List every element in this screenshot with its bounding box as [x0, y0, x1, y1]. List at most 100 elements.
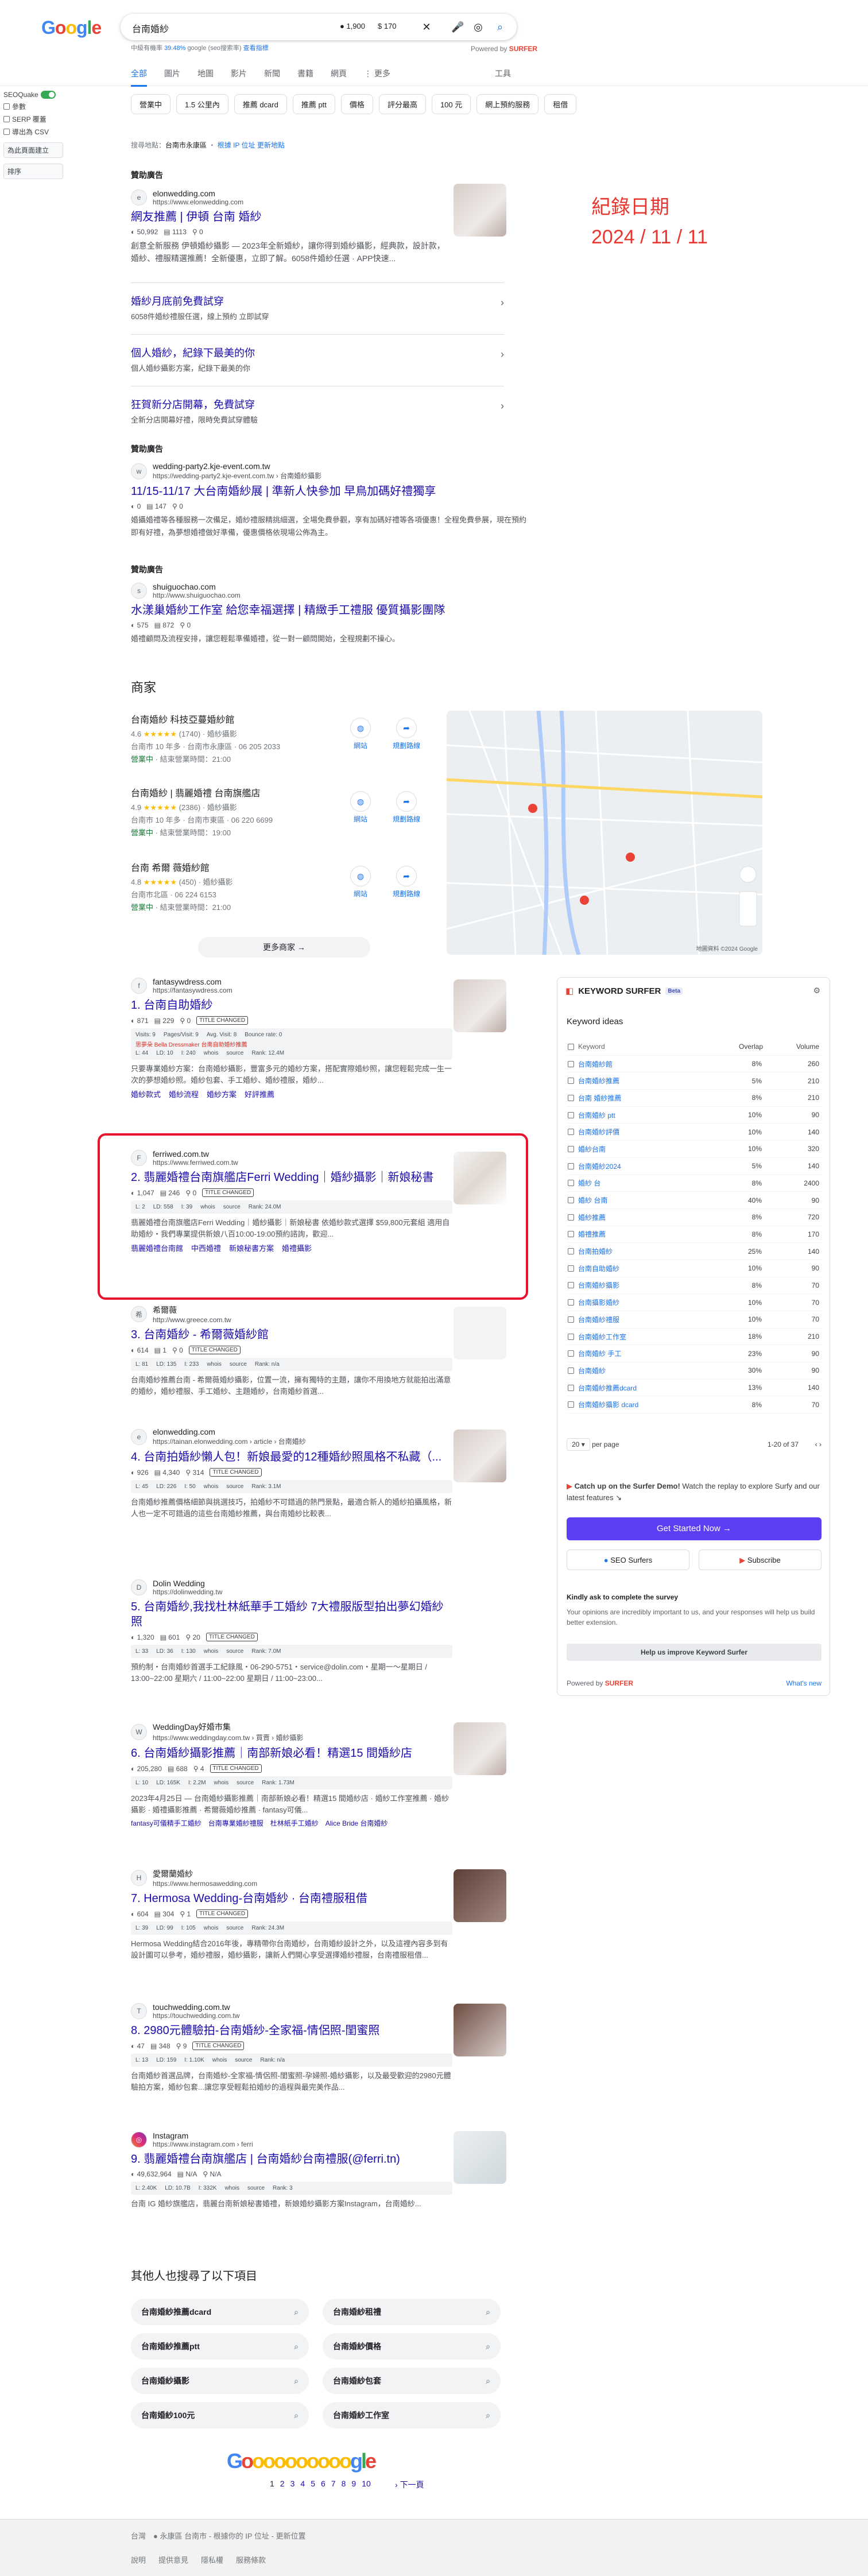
keyword-text[interactable]: 台南婚紗	[578, 1366, 606, 1376]
chip[interactable]: 1.5 公里內	[176, 94, 228, 114]
tab-more[interactable]: ⋮ 更多	[364, 68, 390, 87]
tab-books[interactable]: 書籍	[297, 68, 313, 87]
keyword-checkbox[interactable]	[568, 1129, 574, 1136]
page-number[interactable]: 5	[311, 2479, 315, 2488]
related-search[interactable]: 台南婚紗100元 ⌕	[131, 2402, 309, 2428]
result-title-link[interactable]: 1. 台南自助婚紗	[131, 998, 452, 1013]
keyword-text[interactable]: 台南婚紗推薦	[578, 1076, 619, 1086]
checkbox[interactable]	[3, 116, 10, 122]
result-title-link[interactable]: 7. Hermosa Wedding-台南婚紗 · 台南禮服租借	[131, 1891, 452, 1906]
sitelink-title[interactable]: 個人婚紗，紀錄下最美的你	[131, 345, 504, 360]
keyword-checkbox[interactable]	[568, 1180, 574, 1187]
related-search[interactable]: 台南婚紗推薦ptt ⌕	[131, 2333, 309, 2360]
keyword-text[interactable]: 台南婚紗禮服	[578, 1315, 619, 1324]
keyword-text[interactable]: 台南婚紗推薦dcard	[578, 1383, 637, 1393]
keyword-row[interactable]: 台南 婚紗推薦 8% 210	[567, 1090, 822, 1107]
keyword-text[interactable]: 台南攝影婚紗	[578, 1297, 619, 1307]
kw-line-link[interactable]: 查看指標	[243, 45, 269, 52]
page-number[interactable]: 8	[342, 2479, 346, 2488]
demo-cta[interactable]: ▶ Catch up on the Surfer Demo! Watch the…	[567, 1481, 822, 1504]
map[interactable]: 地圖資料 ©2024 Google	[447, 711, 762, 955]
footer-link[interactable]: 服務條款	[236, 2554, 266, 2565]
keyword-row[interactable]: 台南婚紗攝影 dcard 8% 70	[567, 1396, 822, 1414]
directions-button[interactable]: ➦ 規劃路線	[389, 718, 424, 750]
tab-news[interactable]: 新聞	[264, 68, 280, 87]
search-input[interactable]: 台南婚紗	[132, 21, 169, 35]
keyword-text[interactable]: 台南婚紗評價	[578, 1127, 619, 1137]
keyword-text[interactable]: 台南拍婚紗	[578, 1246, 613, 1256]
keyword-checkbox[interactable]	[568, 1111, 574, 1118]
sitelink[interactable]: 狂賀新分店開幕，免費試穿 全新分店開幕好禮，限時免費試穿體驗 ›	[131, 386, 504, 425]
result-thumbnail[interactable]	[454, 2131, 506, 2184]
result-title-link[interactable]: 6. 台南婚紗攝影推薦｜南部新娘必看！精選15 間婚紗店	[131, 1746, 452, 1761]
tab-maps[interactable]: 地圖	[197, 68, 214, 87]
seo-select-2[interactable]: 排序	[3, 164, 63, 179]
keyword-row[interactable]: 婚禮推薦 8% 170	[567, 1226, 822, 1244]
keyword-checkbox[interactable]	[568, 1367, 574, 1374]
keyword-checkbox[interactable]	[568, 1094, 574, 1101]
result-title-link[interactable]: 8. 2980元體驗拍-台南婚紗-全家福-情侶照-閨蜜照	[131, 2023, 452, 2038]
keyword-row[interactable]: 台南婚紗攝影 8% 70	[567, 1277, 822, 1295]
page-number[interactable]: 6	[321, 2479, 326, 2488]
mic-icon[interactable]: 🎤	[451, 21, 464, 33]
keyword-checkbox[interactable]	[568, 1316, 574, 1323]
website-button[interactable]: ◍ 網站	[343, 718, 378, 750]
result-thumbnail[interactable]	[454, 1152, 506, 1204]
keyword-checkbox[interactable]	[568, 1350, 574, 1357]
related-search[interactable]: 台南婚紗包套 ⌕	[323, 2368, 501, 2394]
keyword-row[interactable]: 台南拍婚紗 25% 140	[567, 1243, 822, 1260]
keyword-checkbox[interactable]	[568, 1163, 574, 1169]
result-sublink[interactable]: fantasy可儀精手工婚紗	[131, 1818, 202, 1828]
keyword-row[interactable]: 台南婚紗工作室 18% 210	[567, 1328, 822, 1346]
ad-title-link[interactable]: 11/15-11/17 大台南婚紗展 | 準新人快參加 早鳥加碼好禮獨享	[131, 484, 527, 499]
keyword-checkbox[interactable]	[568, 1384, 574, 1391]
keyword-row[interactable]: 台南婚紗2024 5% 140	[567, 1158, 822, 1175]
footer-link[interactable]: 隱私權	[201, 2554, 223, 2565]
result-sublink[interactable]: 台南專業婚紗禮服	[208, 1818, 264, 1828]
footer-link[interactable]: 說明	[131, 2554, 146, 2565]
chip[interactable]: 營業中	[131, 94, 171, 114]
keyword-row[interactable]: 台南婚紗評價 10% 140	[567, 1124, 822, 1141]
keyword-text[interactable]: 台南 婚紗推薦	[578, 1093, 621, 1103]
related-search[interactable]: 台南婚紗價格 ⌕	[323, 2333, 501, 2360]
keyword-text[interactable]: 台南自助婚紗	[578, 1264, 619, 1273]
result-sublink[interactable]: 婚紗方案	[207, 1088, 237, 1099]
keyword-row[interactable]: 台南攝影婚紗 10% 70	[567, 1294, 822, 1311]
chip[interactable]: 100 元	[431, 94, 471, 114]
result-title-link[interactable]: 2. 翡麗婚禮台南旗艦店Ferri Wedding｜婚紗攝影｜新娘秘書	[131, 1170, 452, 1185]
keyword-checkbox[interactable]	[568, 1265, 574, 1272]
keyword-row[interactable]: 婚紗 台南 40% 90	[567, 1192, 822, 1209]
keyword-text[interactable]: 台南婚紗2024	[578, 1161, 621, 1171]
result-thumbnail[interactable]	[454, 1722, 506, 1775]
keyword-text[interactable]: 婚紗台南	[578, 1144, 606, 1154]
result-sublink[interactable]: 新娘秘書方案	[229, 1242, 274, 1253]
result-sublink[interactable]: 婚禮攝影	[282, 1242, 312, 1253]
business-card[interactable]: 台南婚紗 | 翡麗婚禮 台南旗艦店 4.9 ★★★★★ (2386) · 婚紗攝…	[131, 785, 435, 854]
improve-button[interactable]: Help us improve Keyword Surfer	[567, 1644, 822, 1661]
seo-surfers-button[interactable]: ● SEO Surfers	[567, 1550, 689, 1570]
more-businesses-button[interactable]: 更多商家 →	[198, 937, 370, 958]
tab-videos[interactable]: 影片	[231, 68, 247, 87]
search-icon[interactable]: ⌕	[494, 21, 506, 33]
page-number[interactable]: 3	[290, 2479, 295, 2488]
select-all-checkbox[interactable]	[568, 1043, 574, 1050]
chip[interactable]: 網上預約服務	[476, 94, 539, 114]
result-sublink[interactable]: Alice Bride 台南婚紗	[326, 1818, 388, 1828]
keyword-checkbox[interactable]	[568, 1231, 574, 1238]
page-number[interactable]: 7	[331, 2479, 336, 2488]
keyword-checkbox[interactable]	[568, 1078, 574, 1084]
page-number[interactable]: 2	[280, 2479, 285, 2488]
page-number[interactable]: 9	[351, 2479, 356, 2488]
chip[interactable]: 租借	[544, 94, 577, 114]
keyword-row[interactable]: 台南婚紗 30% 90	[567, 1362, 822, 1380]
footer-link[interactable]: 提供意見	[158, 2554, 188, 2565]
keyword-row[interactable]: 台南婚紗推薦 5% 210	[567, 1072, 822, 1090]
page-number[interactable]: 4	[300, 2479, 305, 2488]
get-started-button[interactable]: Get Started Now →	[567, 1517, 822, 1540]
camera-icon[interactable]: ◎	[472, 21, 485, 33]
keyword-text[interactable]: 台南婚紗 ptt	[578, 1110, 615, 1120]
keyword-row[interactable]: 台南婚紗推薦dcard 13% 140	[567, 1380, 822, 1397]
keyword-checkbox[interactable]	[568, 1060, 574, 1067]
keyword-checkbox[interactable]	[568, 1333, 574, 1340]
search-box[interactable]: 台南婚紗 ● 1,900 $ 170 ✕ 🎤 ◎ ⌕	[121, 14, 517, 40]
